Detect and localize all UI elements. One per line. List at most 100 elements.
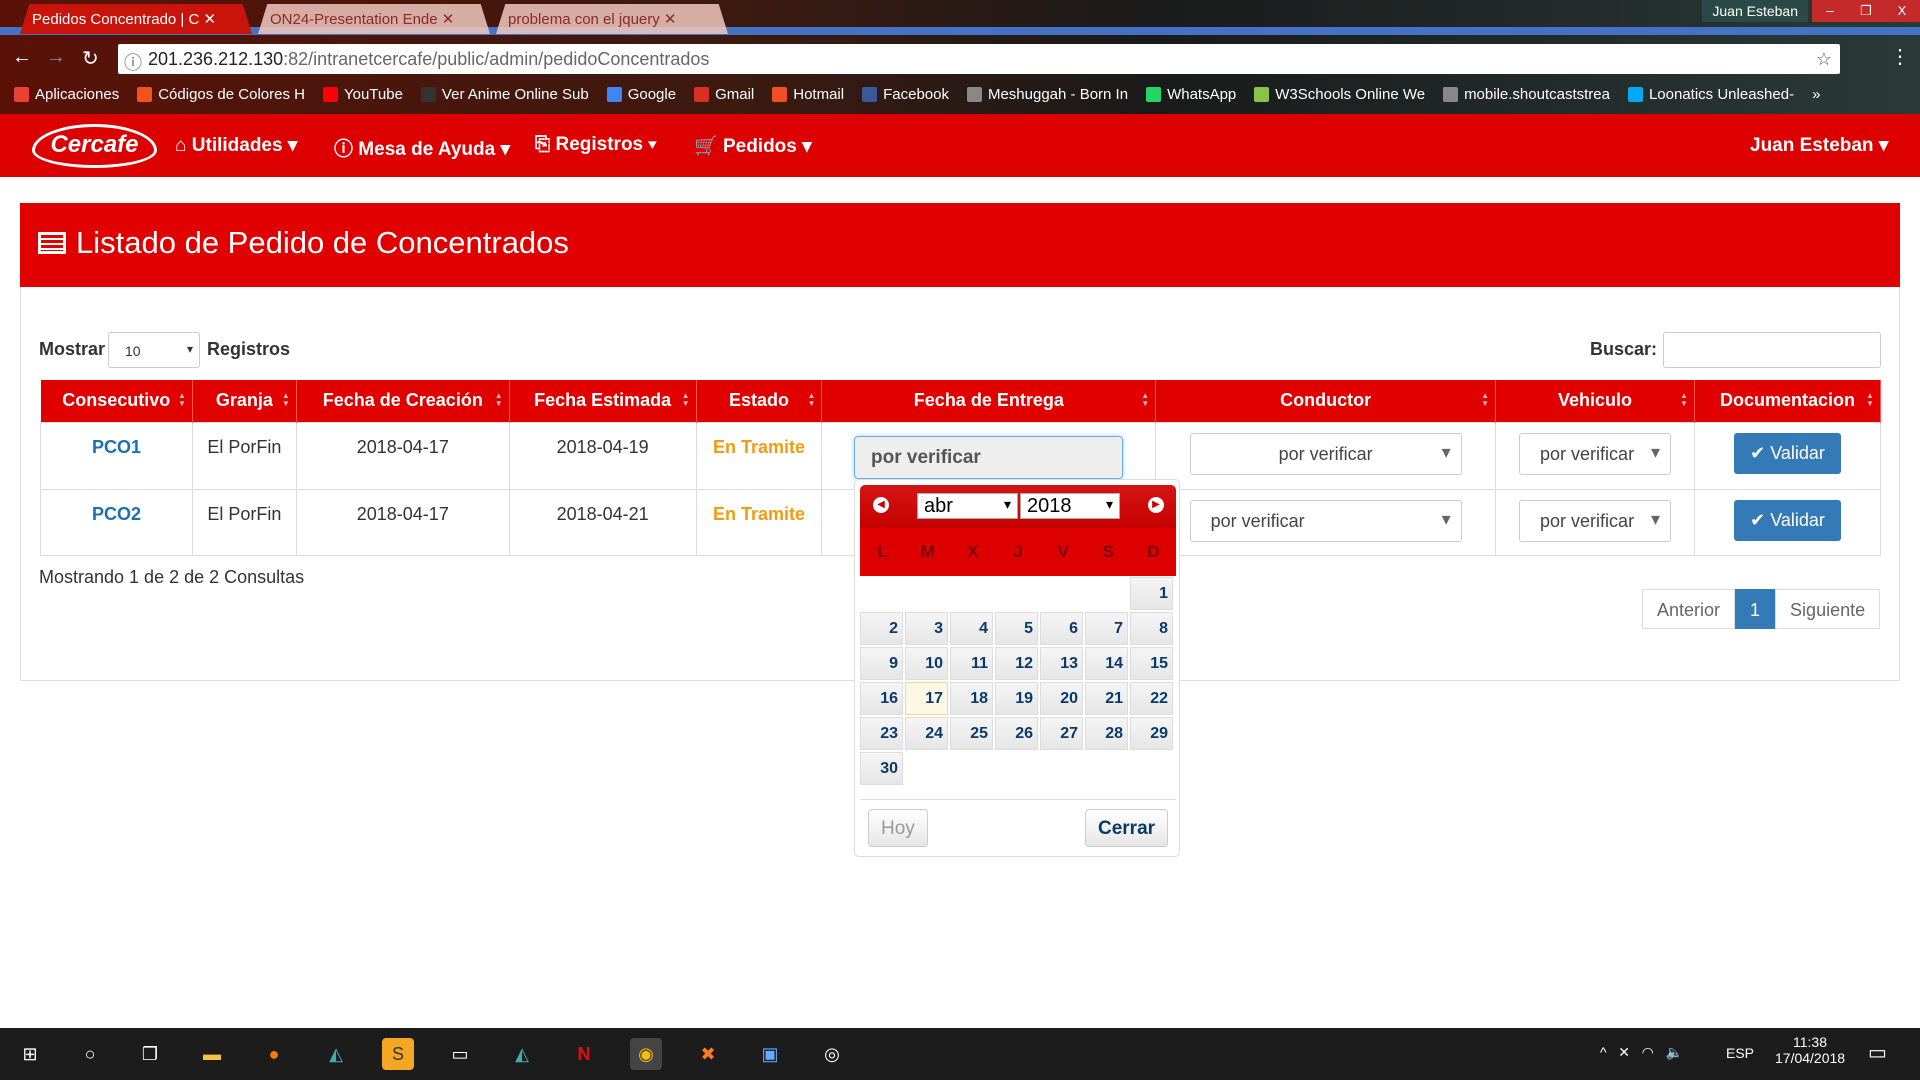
menu-icon[interactable]: ⋮ (1890, 44, 1910, 69)
day-cell[interactable]: 13 (1040, 647, 1083, 680)
month-select[interactable]: abr (917, 493, 1018, 519)
tab-on24[interactable]: ON24-Presentation Ende ✕ (258, 4, 490, 34)
day-cell[interactable]: 27 (1040, 717, 1083, 750)
day-cell[interactable]: 3 (905, 612, 948, 645)
conductor-select[interactable]: por verificar (1189, 432, 1462, 475)
star-icon[interactable]: ☆ (1816, 49, 1832, 70)
col-granja[interactable]: Granja (192, 380, 297, 422)
day-cell[interactable]: 11 (950, 647, 993, 680)
day-cell[interactable]: 30 (860, 752, 903, 785)
day-cell[interactable]: 25 (950, 717, 993, 750)
vehiculo-select[interactable]: por verificar (1519, 432, 1672, 475)
nav-mesa-de-ayuda[interactable]: ⓘ Mesa de Ayuda ▾ (334, 134, 510, 161)
bookmark-item[interactable]: mobile.shoutcaststrea (1443, 86, 1610, 103)
more-bookmarks-icon[interactable]: » (1812, 86, 1820, 103)
day-cell[interactable]: 18 (950, 682, 993, 715)
col-documentacion[interactable]: Documentacion (1694, 380, 1881, 422)
validar-button[interactable]: ✔ Validar (1734, 432, 1841, 474)
tab-pedidos[interactable]: Pedidos Concentrado | C ✕ (20, 4, 252, 34)
app-icon[interactable]: ◎ (816, 1038, 848, 1070)
page-1-button[interactable]: 1 (1735, 589, 1776, 629)
col-fecha-entrega[interactable]: Fecha de Entrega (821, 380, 1157, 422)
year-select[interactable]: 2018 (1020, 493, 1120, 519)
tray-icons[interactable]: ^ ✕ ◠ 🔈 (1600, 1044, 1683, 1061)
day-cell[interactable]: 5 (995, 612, 1038, 645)
bookmark-item[interactable]: Hotmail (772, 86, 844, 103)
bookmark-item[interactable]: WhatsApp (1146, 86, 1236, 103)
day-cell[interactable]: 29 (1130, 717, 1173, 750)
app-icon[interactable]: ▣ (754, 1038, 786, 1070)
day-cell[interactable]: 17 (905, 682, 948, 715)
consecutivo-link[interactable]: PCO2 (92, 504, 141, 524)
search-input[interactable] (1663, 332, 1881, 368)
close-button[interactable]: X (1884, 0, 1920, 22)
profile-button[interactable]: Juan Esteban (1702, 0, 1808, 22)
bookmark-item[interactable]: Meshuggah - Born In (966, 86, 1128, 103)
col-fecha-creacion[interactable]: Fecha de Creación (296, 380, 510, 422)
day-cell[interactable]: 12 (995, 647, 1038, 680)
bookmark-item[interactable]: Google (606, 86, 676, 103)
page-length-select[interactable]: 10 ▾ (108, 332, 200, 368)
task-view-icon[interactable]: ❐ (134, 1038, 166, 1070)
col-estado[interactable]: Estado (696, 380, 823, 422)
bookmark-item[interactable]: Ver Anime Online Sub (420, 86, 589, 103)
firefox-icon[interactable]: ● (258, 1038, 290, 1070)
fecha-entrega-input[interactable]: por verificar (854, 436, 1123, 479)
xampp-icon[interactable]: ✖ (692, 1038, 724, 1070)
notifications-icon[interactable]: ▭ (1868, 1040, 1887, 1065)
day-cell[interactable]: 24 (905, 717, 948, 750)
nav-registros[interactable]: ⎘ Registros ▾ (535, 134, 656, 156)
start-icon[interactable]: ⊞ (14, 1038, 46, 1070)
day-cell[interactable]: 26 (995, 717, 1038, 750)
bookmark-item[interactable]: YouTube (322, 86, 403, 103)
day-cell[interactable]: 10 (905, 647, 948, 680)
col-fecha-estimada[interactable]: Fecha Estimada (509, 380, 697, 422)
day-cell[interactable]: 7 (1085, 612, 1128, 645)
col-vehiculo[interactable]: Vehiculo (1495, 380, 1695, 422)
nav-utilidades[interactable]: ⌂ Utilidades ▾ (175, 134, 297, 157)
prev-month-icon[interactable]: ◀ (873, 497, 889, 513)
vehiculo-select[interactable]: por verificar (1519, 499, 1672, 542)
app-icon[interactable]: ◭ (506, 1038, 538, 1070)
day-cell[interactable]: 19 (995, 682, 1038, 715)
day-cell[interactable]: 1 (1130, 577, 1173, 610)
terminal-icon[interactable]: ▭ (444, 1038, 476, 1070)
chrome-icon[interactable]: ◉ (630, 1038, 662, 1070)
bookmark-item[interactable]: Aplicaciones (14, 86, 119, 103)
reload-icon[interactable]: ↻ (82, 46, 99, 71)
col-consecutivo[interactable]: Consecutivo (40, 380, 193, 422)
minimize-button[interactable]: – (1812, 0, 1848, 22)
forward-icon[interactable]: → (46, 46, 66, 69)
day-cell[interactable]: 8 (1130, 612, 1173, 645)
day-cell[interactable]: 4 (950, 612, 993, 645)
day-cell[interactable]: 20 (1040, 682, 1083, 715)
back-icon[interactable]: ← (12, 46, 32, 69)
prev-page-button[interactable]: Anterior (1642, 589, 1736, 629)
user-menu[interactable]: Juan Esteban ▾ (1750, 134, 1888, 157)
day-cell[interactable]: 21 (1085, 682, 1128, 715)
day-cell[interactable]: 14 (1085, 647, 1128, 680)
day-cell[interactable]: 22 (1130, 682, 1173, 715)
next-page-button[interactable]: Siguiente (1775, 589, 1881, 629)
day-cell[interactable]: 16 (860, 682, 903, 715)
consecutivo-link[interactable]: PCO1 (92, 437, 141, 457)
day-cell[interactable]: 6 (1040, 612, 1083, 645)
day-cell[interactable]: 28 (1085, 717, 1128, 750)
tab-stackoverflow[interactable]: problema con el jquery ✕ (496, 4, 728, 34)
bookmark-item[interactable]: Loonatics Unleashed- (1627, 86, 1794, 103)
day-cell[interactable]: 23 (860, 717, 903, 750)
day-cell[interactable]: 15 (1130, 647, 1173, 680)
today-button[interactable]: Hoy (868, 809, 928, 847)
bookmark-item[interactable]: W3Schools Online We (1254, 86, 1425, 103)
clock[interactable]: 11:38 17/04/2018 (1775, 1034, 1845, 1066)
app-icon[interactable]: ◭ (320, 1038, 352, 1070)
cercafe-logo[interactable]: Cercafe (32, 124, 157, 168)
conductor-select[interactable]: por verificar (1189, 499, 1462, 542)
day-cell[interactable]: 9 (860, 647, 903, 680)
close-calendar-button[interactable]: Cerrar (1085, 809, 1169, 847)
restore-button[interactable]: ❐ (1848, 0, 1884, 22)
netflix-icon[interactable]: N (568, 1038, 600, 1070)
col-conductor[interactable]: Conductor (1155, 380, 1497, 422)
file-explorer-icon[interactable]: ▬ (196, 1038, 228, 1070)
next-month-icon[interactable]: ▶ (1148, 497, 1164, 513)
